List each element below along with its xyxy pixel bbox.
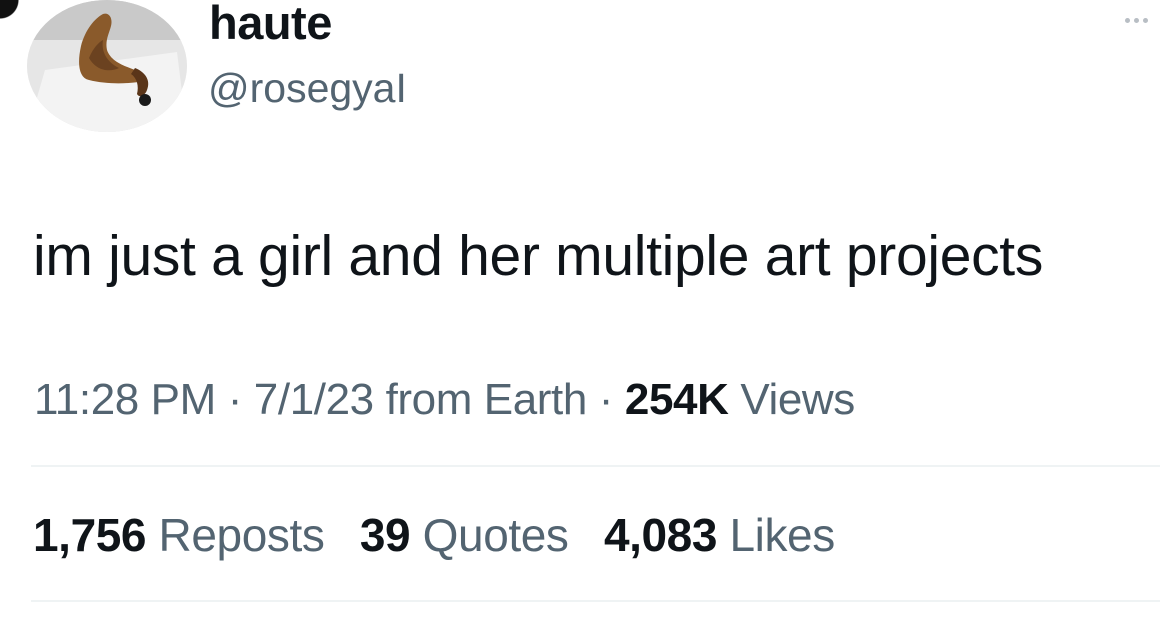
tweet-text: im just a girl and her multiple art proj… — [33, 224, 1044, 288]
reposts-label: Reposts — [158, 509, 325, 561]
user-handle[interactable]: @rosegyaI — [208, 65, 407, 111]
display-name[interactable]: haute — [209, 0, 332, 47]
tweet-time[interactable]: 11:28 PM — [34, 375, 216, 424]
reposts-stat[interactable]: 1,756 Reposts — [33, 508, 325, 563]
meta-separator: · — [598, 375, 614, 424]
views-count: 254K — [624, 375, 729, 424]
quotes-count: 39 — [359, 509, 411, 561]
likes-label: Likes — [729, 509, 835, 561]
tweet-stats: 1,756 Reposts 39 Quotes 4,083 Likes — [33, 508, 858, 563]
tweet-date[interactable]: 7/1/23 — [254, 375, 374, 424]
likes-count: 4,083 — [603, 509, 718, 561]
views-label: Views — [740, 375, 855, 424]
avatar-sculpture-image — [27, 0, 187, 132]
divider — [31, 600, 1160, 602]
meta-separator: · — [227, 375, 243, 424]
quotes-stat[interactable]: 39 Quotes — [360, 508, 569, 563]
likes-stat[interactable]: 4,083 Likes — [604, 508, 835, 563]
tweet-meta: 11:28 PM · 7/1/23 from Earth · 254K View… — [34, 374, 855, 427]
screen-corner-shadow — [0, 0, 44, 28]
tweet-source: from Earth — [385, 375, 588, 424]
divider — [31, 465, 1160, 467]
more-dot — [1142, 17, 1148, 23]
reposts-count: 1,756 — [33, 509, 147, 561]
more-dot — [1124, 17, 1130, 23]
quotes-label: Quotes — [422, 509, 569, 561]
more-dot — [1133, 17, 1139, 23]
avatar[interactable] — [27, 0, 187, 132]
more-icon[interactable] — [1116, 10, 1156, 30]
